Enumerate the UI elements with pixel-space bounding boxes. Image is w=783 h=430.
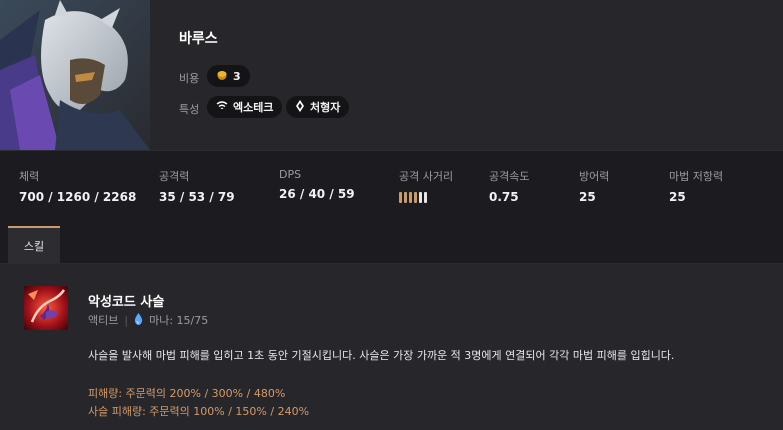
stat-value: 25 [579, 190, 596, 204]
gold-coin-icon [216, 69, 228, 84]
stat-value: 35 / 53 / 79 [159, 190, 235, 204]
skill-mana: 마나: 15/75 [149, 314, 209, 327]
range-bar [414, 192, 417, 203]
trait-badge-executioner[interactable]: 처형자 [286, 96, 350, 118]
stat-armor: 방어력 25 [579, 168, 609, 204]
cost-label: 비용 [179, 72, 200, 85]
champion-name: 바루스 [179, 31, 218, 47]
stat-label: 공격속도 [489, 170, 530, 183]
stat-attack-speed: 공격속도 0.75 [489, 168, 529, 204]
trait-badge-exotech[interactable]: 엑소테크 [207, 96, 283, 118]
skill-chain-damage-line: 사슬 피해량: 주문력의 100% / 150% / 240% [88, 405, 310, 418]
stats-row: 체력 700 / 1260 / 2268 공격력 35 / 53 / 79 DP… [0, 151, 783, 226]
skill-type: 액티브 [88, 314, 119, 327]
exotech-icon [216, 100, 228, 114]
stat-label: 방어력 [579, 170, 610, 183]
range-bar [409, 192, 412, 203]
stat-value: 700 / 1260 / 2268 [19, 190, 137, 204]
range-bar [419, 192, 422, 203]
skill-panel: 악성코드 사슬 액티브 | 마나: 15/75 사슬을 발사해 마법 피해를 입… [0, 264, 783, 430]
stat-label: 마법 저항력 [669, 170, 724, 183]
tab-bar: 스킬 [0, 226, 783, 264]
cost-badge: 3 [207, 65, 250, 87]
range-bar [424, 192, 427, 203]
stat-label: 공격력 [159, 170, 190, 183]
stat-label: DPS [279, 168, 302, 181]
stat-value: 25 [669, 190, 686, 204]
skill-description: 사슬을 발사해 마법 피해를 입히고 1초 동안 기절시킵니다. 사슬은 가장 … [88, 349, 675, 362]
champion-portrait [0, 0, 150, 150]
stat-attack-range: 공격 사거리 [399, 168, 453, 203]
range-bar [399, 192, 402, 203]
skill-meta: 액티브 | 마나: 15/75 [88, 312, 208, 328]
champion-header: 바루스 비용 3 특성 엑소테크 처형자 [0, 0, 783, 150]
meta-separator: | [124, 313, 129, 327]
stat-label: 공격 사거리 [399, 170, 454, 183]
stat-attack-damage: 공격력 35 / 53 / 79 [159, 168, 235, 204]
stat-magic-resist: 마법 저항력 25 [669, 168, 723, 204]
trait-label: 처형자 [310, 101, 341, 114]
stat-value: 26 / 40 / 59 [279, 187, 355, 201]
skill-damage-line: 피해량: 주문력의 200% / 300% / 480% [88, 387, 286, 400]
stat-health: 체력 700 / 1260 / 2268 [19, 168, 136, 204]
range-bar [404, 192, 407, 203]
range-bars-indicator [399, 192, 453, 203]
mana-drop-icon [134, 312, 143, 328]
stat-label: 체력 [19, 170, 40, 183]
stat-dps: DPS 26 / 40 / 59 [279, 168, 355, 201]
executioner-icon [295, 99, 305, 115]
stat-value: 0.75 [489, 190, 519, 204]
skill-name: 악성코드 사슬 [88, 295, 165, 310]
tab-skill[interactable]: 스킬 [8, 226, 60, 263]
trait-label: 엑소테크 [233, 101, 274, 114]
traits-label: 특성 [179, 103, 200, 116]
skill-icon [24, 286, 68, 330]
cost-value: 3 [233, 69, 241, 83]
